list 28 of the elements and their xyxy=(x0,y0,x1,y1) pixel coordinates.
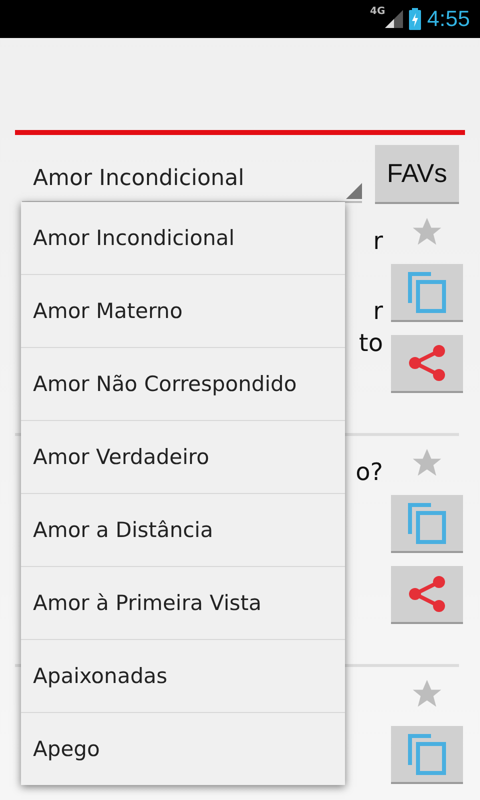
share-icon xyxy=(407,574,447,614)
copy-icon xyxy=(407,733,447,775)
dropdown-item[interactable]: Amor à Primeira Vista xyxy=(21,566,345,639)
quote-text: r xyxy=(373,226,383,257)
share-icon xyxy=(407,343,447,383)
clock-time: 4:55 xyxy=(427,6,470,32)
share-button[interactable] xyxy=(391,566,463,624)
quote-text: r xyxy=(373,296,383,327)
quote-text: o? xyxy=(356,457,383,488)
copy-button[interactable] xyxy=(391,264,463,322)
copy-icon xyxy=(407,271,447,313)
copy-button[interactable] xyxy=(391,726,463,784)
dropdown-item[interactable]: Amor Verdadeiro xyxy=(21,420,345,493)
dropdown-item[interactable]: Amor a Distância xyxy=(21,493,345,566)
network-type: 4G xyxy=(370,6,386,17)
dropdown-triangle-icon xyxy=(346,183,362,199)
dropdown-item[interactable]: Apaixonadas xyxy=(21,639,345,712)
share-button[interactable] xyxy=(391,335,463,393)
dropdown-item[interactable]: Amor Incondicional xyxy=(21,202,345,274)
signal-icon xyxy=(385,10,404,28)
favs-button[interactable]: FAVs xyxy=(375,144,459,204)
copy-button[interactable] xyxy=(391,495,463,553)
dropdown-item[interactable]: Amor Materno xyxy=(21,274,345,347)
dropdown-item[interactable]: Amor Não Correspondido xyxy=(21,347,345,420)
battery-charging-icon xyxy=(409,8,422,30)
quote-text: to xyxy=(358,328,383,359)
dropdown-item[interactable]: Apego xyxy=(21,712,345,785)
copy-icon xyxy=(407,502,447,544)
